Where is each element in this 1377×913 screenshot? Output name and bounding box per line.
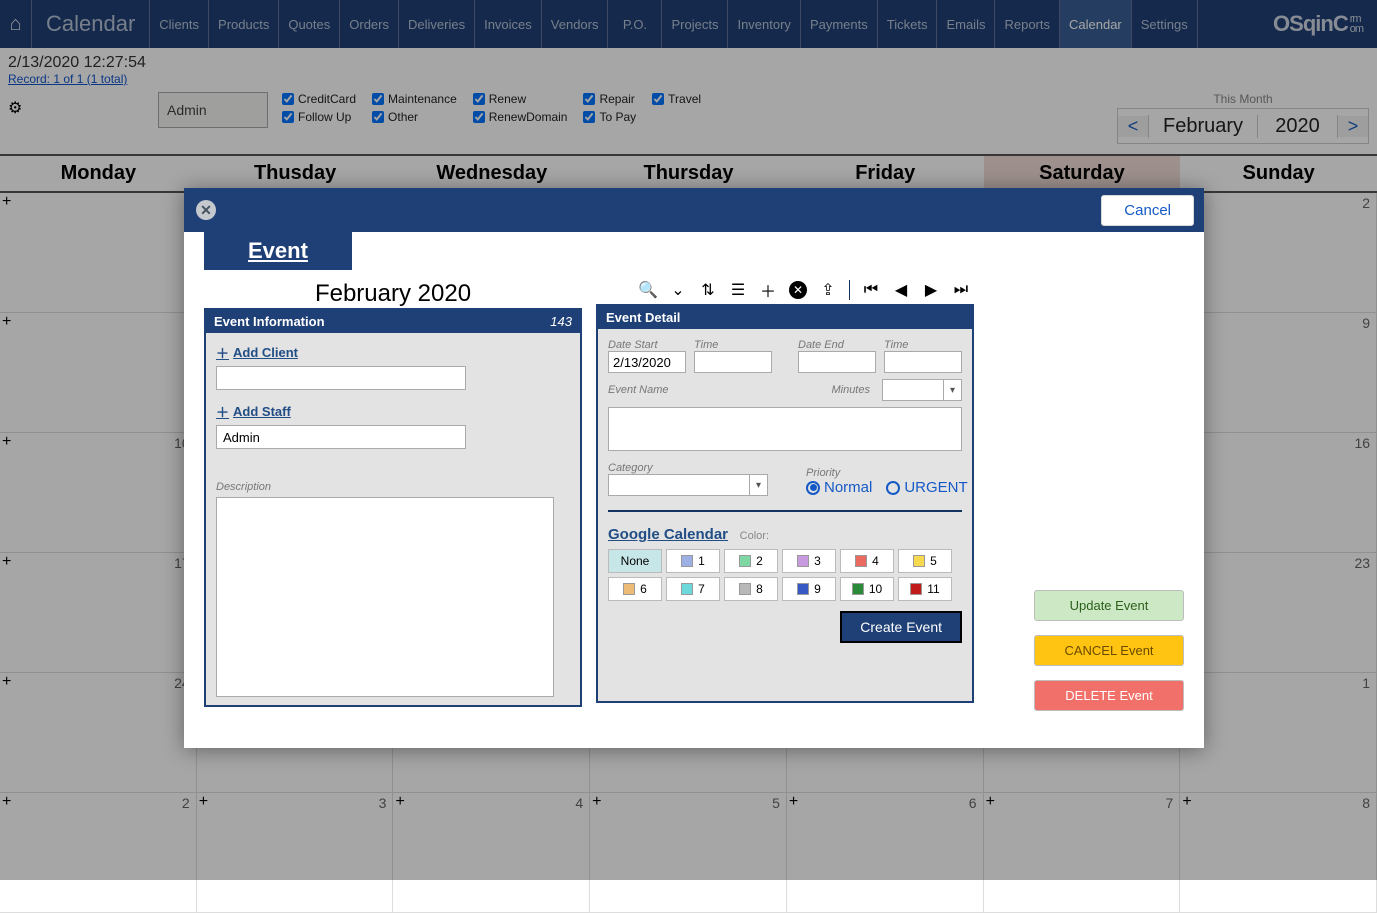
color-swatch-2[interactable]: 2 — [724, 549, 778, 573]
description-textarea[interactable] — [216, 497, 554, 697]
event-info-panel: Event Information 143 ＋Add Client ＋Add S… — [204, 308, 582, 707]
list-icon[interactable]: ☰ — [729, 281, 747, 299]
color-swatch-10[interactable]: 10 — [840, 577, 894, 601]
search-icon[interactable]: 🔍 — [639, 281, 657, 299]
minutes-label: Minutes — [831, 384, 870, 396]
add-client-link[interactable]: ＋Add Client — [216, 343, 570, 362]
add-icon[interactable]: ＋ — [759, 281, 777, 299]
action-buttons: Update Event CANCEL Event DELETE Event — [1034, 590, 1184, 711]
staff-input[interactable] — [216, 425, 466, 449]
last-icon[interactable]: ⏭ — [952, 281, 970, 299]
priority-normal-radio[interactable]: Normal — [806, 479, 872, 496]
delete-event-button[interactable]: DELETE Event — [1034, 680, 1184, 711]
event-name-label: Event Name — [608, 384, 823, 396]
plus-icon: ＋ — [216, 343, 229, 362]
modal-cancel-button[interactable]: Cancel — [1101, 195, 1194, 226]
prev-icon[interactable]: ◀ — [892, 281, 910, 299]
color-swatch-none[interactable]: None — [608, 549, 662, 573]
category-label: Category — [608, 462, 768, 474]
gcal-color-label: Color: — [740, 530, 769, 542]
time-start-label: Time — [694, 339, 772, 351]
client-input[interactable] — [216, 366, 466, 390]
modal-header: ✕ Cancel — [184, 188, 1204, 232]
create-event-button[interactable]: Create Event — [840, 611, 962, 643]
priority-urgent-radio[interactable]: URGENT — [886, 479, 967, 496]
sort-icon[interactable]: ⇅ — [699, 281, 717, 299]
first-icon[interactable]: ⏮ — [862, 281, 880, 299]
event-info-title: Event Information — [214, 314, 325, 329]
priority-label: Priority — [806, 467, 968, 479]
event-detail-panel: Event Detail Date Start Time Date End Ti… — [596, 304, 974, 703]
event-detail-title: Event Detail — [606, 310, 680, 325]
event-modal: ✕ Cancel Event February 2020 Event Infor… — [184, 188, 1204, 748]
color-swatch-7[interactable]: 7 — [666, 577, 720, 601]
update-event-button[interactable]: Update Event — [1034, 590, 1184, 621]
cancel-event-button[interactable]: CANCEL Event — [1034, 635, 1184, 666]
event-info-count: 143 — [550, 314, 572, 329]
toolbar-divider — [849, 280, 850, 300]
event-name-input[interactable] — [608, 407, 962, 451]
date-start-label: Date Start — [608, 339, 686, 351]
category-select[interactable]: ▾ — [608, 474, 768, 496]
cancel-icon[interactable]: ✕ — [789, 281, 807, 299]
date-end-label: Date End — [798, 339, 876, 351]
event-tab[interactable]: Event — [204, 232, 352, 270]
google-calendar-title: Google Calendar — [608, 526, 728, 543]
time-start-input[interactable] — [694, 351, 772, 373]
color-swatch-3[interactable]: 3 — [782, 549, 836, 573]
plus-icon: ＋ — [216, 402, 229, 421]
color-swatch-4[interactable]: 4 — [840, 549, 894, 573]
color-swatch-5[interactable]: 5 — [898, 549, 952, 573]
add-staff-link[interactable]: ＋Add Staff — [216, 402, 570, 421]
minutes-select[interactable]: ▾ — [882, 379, 962, 401]
next-icon[interactable]: ▶ — [922, 281, 940, 299]
color-swatch-1[interactable]: 1 — [666, 549, 720, 573]
time-end-input[interactable] — [884, 351, 962, 373]
time-end-label: Time — [884, 339, 962, 351]
modal-month-title: February 2020 — [204, 280, 582, 308]
date-start-input[interactable] — [608, 351, 686, 373]
close-icon[interactable]: ✕ — [196, 200, 216, 220]
color-swatch-11[interactable]: 11 — [898, 577, 952, 601]
color-swatch-8[interactable]: 8 — [724, 577, 778, 601]
date-end-input[interactable] — [798, 351, 876, 373]
record-toolbar: 🔍 ⌄ ⇅ ☰ ＋ ✕ ⇪ ⏮ ◀ ▶ ⏭ — [596, 280, 974, 300]
color-swatch-9[interactable]: 9 — [782, 577, 836, 601]
color-swatch-6[interactable]: 6 — [608, 577, 662, 601]
export-icon[interactable]: ⇪ — [819, 281, 837, 299]
description-label: Description — [216, 481, 570, 493]
chevron-down-icon[interactable]: ⌄ — [669, 281, 687, 299]
